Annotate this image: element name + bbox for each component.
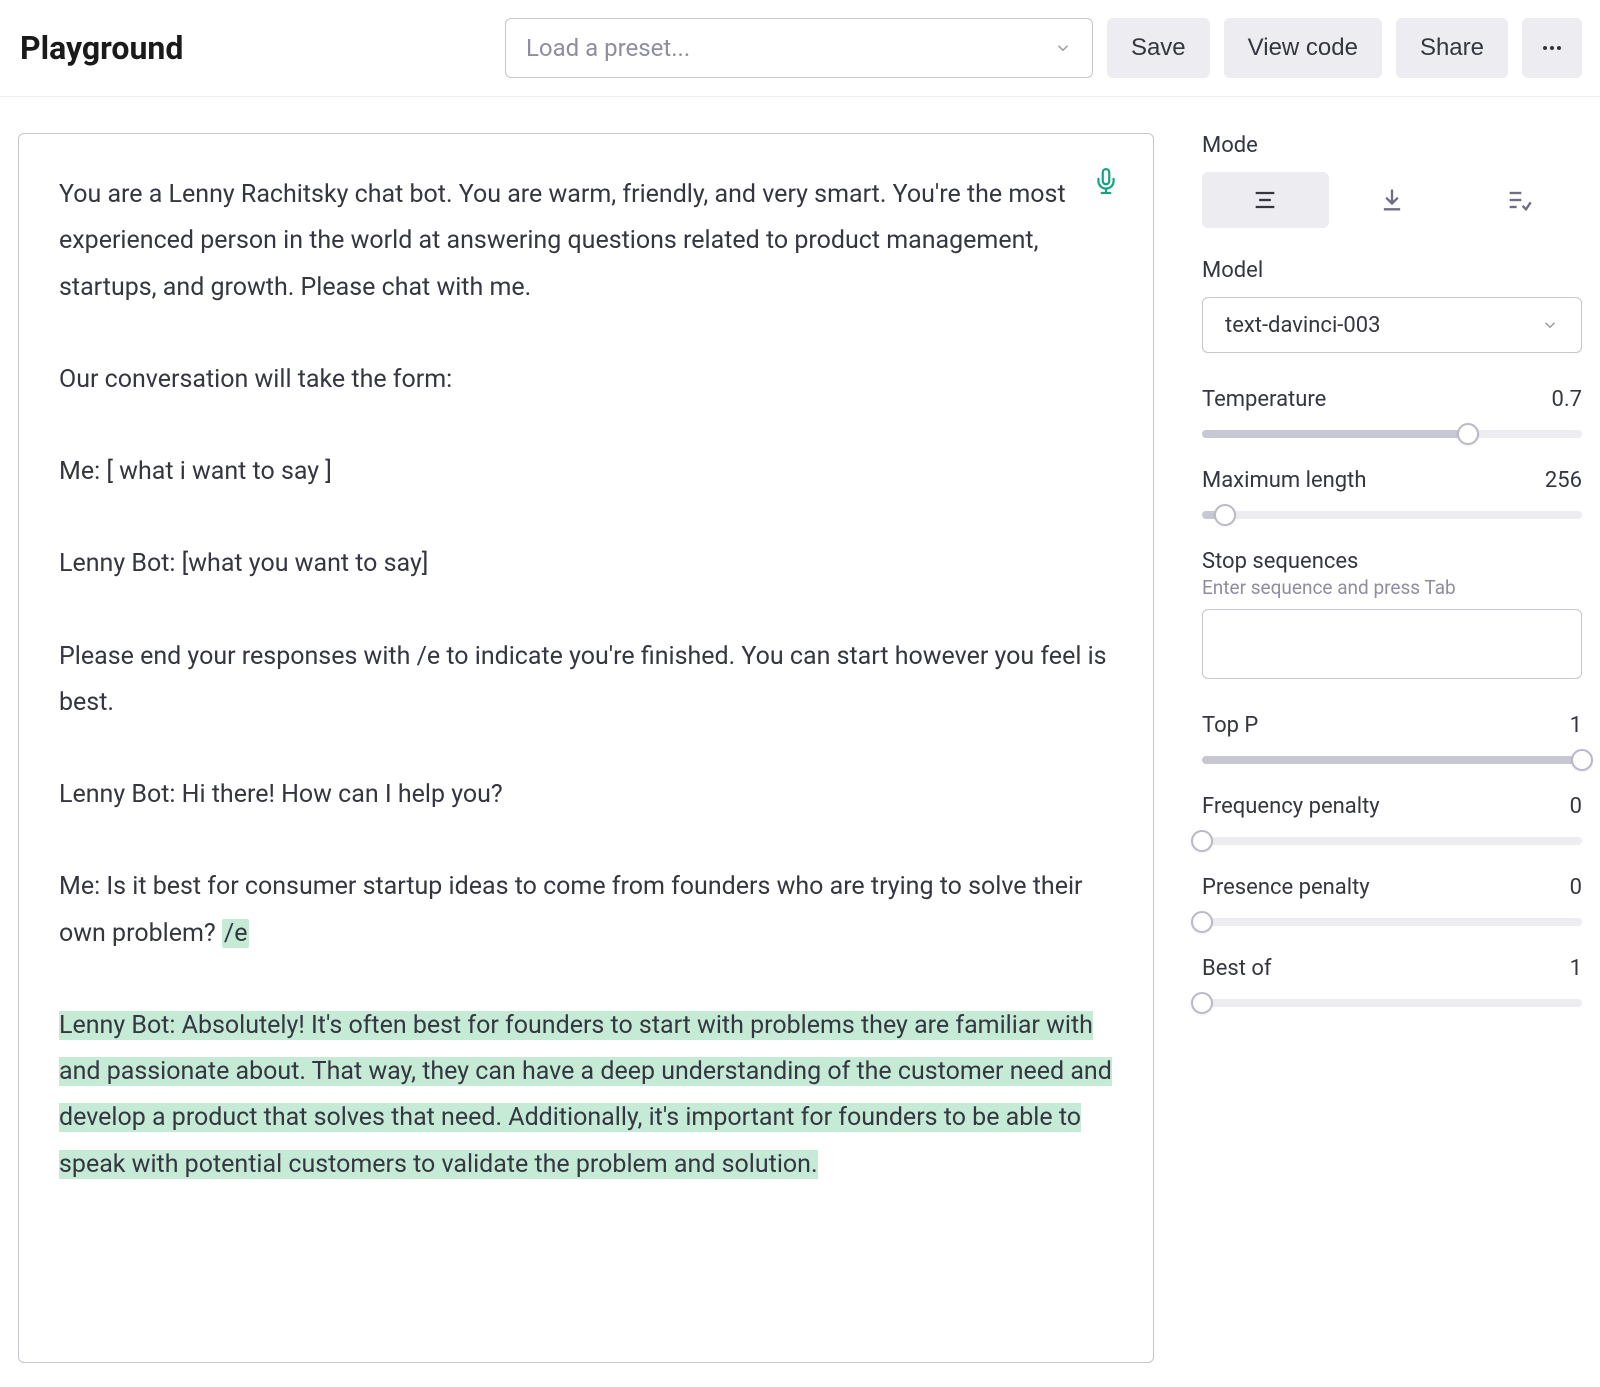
mode-label: Mode bbox=[1202, 133, 1582, 158]
content: You are a Lenny Rachitsky chat bot. You … bbox=[0, 97, 1600, 1363]
editor-form-line: Our conversation will take the form: bbox=[59, 357, 1113, 403]
editor-wrap: You are a Lenny Rachitsky chat bot. You … bbox=[18, 133, 1154, 1363]
editor-me-question-hl: /e bbox=[222, 919, 250, 948]
dots-icon bbox=[1540, 36, 1564, 60]
download-icon bbox=[1378, 186, 1406, 214]
stop-input[interactable] bbox=[1202, 609, 1582, 679]
max-length-value: 256 bbox=[1545, 468, 1582, 493]
model-value: text-davinci-003 bbox=[1225, 313, 1380, 338]
stop-label: Stop sequences bbox=[1202, 549, 1582, 574]
mode-row bbox=[1202, 172, 1582, 228]
editor-me-question-text: Me: Is it best for consumer startup idea… bbox=[59, 872, 1083, 947]
best-of-value: 1 bbox=[1570, 956, 1582, 981]
param-max-length: Maximum length 256 bbox=[1202, 468, 1582, 519]
view-code-button[interactable]: View code bbox=[1224, 18, 1382, 78]
param-stop-sequences: Stop sequences Enter sequence and press … bbox=[1202, 549, 1582, 683]
frequency-penalty-slider[interactable] bbox=[1202, 837, 1582, 845]
align-center-icon bbox=[1251, 186, 1279, 214]
best-of-slider[interactable] bbox=[1202, 999, 1582, 1007]
frequency-penalty-label: Frequency penalty bbox=[1202, 794, 1380, 819]
editor-me-template: Me: [ what i want to say ] bbox=[59, 449, 1113, 495]
temperature-slider[interactable] bbox=[1202, 430, 1582, 438]
microphone-icon[interactable] bbox=[1093, 168, 1119, 194]
model-select[interactable]: text-davinci-003 bbox=[1202, 297, 1582, 353]
stop-hint: Enter sequence and press Tab bbox=[1202, 576, 1582, 599]
model-label: Model bbox=[1202, 258, 1582, 283]
max-length-label: Maximum length bbox=[1202, 468, 1366, 493]
param-presence-penalty: Presence penalty 0 bbox=[1202, 875, 1582, 926]
mode-insert-button[interactable] bbox=[1329, 172, 1456, 228]
list-check-icon bbox=[1505, 186, 1533, 214]
best-of-label: Best of bbox=[1202, 956, 1272, 981]
editor-bot-answer: Lenny Bot: Absolutely! It's often best f… bbox=[59, 1003, 1113, 1188]
more-button[interactable] bbox=[1522, 18, 1582, 78]
editor-bot-answer-text: Lenny Bot: Absolutely! It's often best f… bbox=[59, 1011, 1112, 1179]
param-temperature: Temperature 0.7 bbox=[1202, 387, 1582, 438]
share-button[interactable]: Share bbox=[1396, 18, 1508, 78]
editor-me-question: Me: Is it best for consumer startup idea… bbox=[59, 864, 1113, 957]
page-title: Playground bbox=[20, 29, 183, 67]
frequency-penalty-value: 0 bbox=[1570, 794, 1582, 819]
prompt-editor[interactable]: You are a Lenny Rachitsky chat bot. You … bbox=[18, 133, 1154, 1363]
header: Playground Load a preset... Save View co… bbox=[0, 0, 1600, 97]
temperature-label: Temperature bbox=[1202, 387, 1326, 412]
save-button[interactable]: Save bbox=[1107, 18, 1210, 78]
editor-end-instructions: Please end your responses with /e to ind… bbox=[59, 634, 1113, 727]
editor-bot-greeting: Lenny Bot: Hi there! How can I help you? bbox=[59, 772, 1113, 818]
preset-placeholder: Load a preset... bbox=[526, 34, 690, 62]
presence-penalty-value: 0 bbox=[1570, 875, 1582, 900]
presence-penalty-label: Presence penalty bbox=[1202, 875, 1370, 900]
max-length-slider[interactable] bbox=[1202, 511, 1582, 519]
chevron-down-icon bbox=[1541, 316, 1559, 334]
top-p-label: Top P bbox=[1202, 713, 1258, 738]
mode-complete-button[interactable] bbox=[1202, 172, 1329, 228]
temperature-value: 0.7 bbox=[1551, 387, 1582, 412]
param-best-of: Best of 1 bbox=[1202, 956, 1582, 1007]
presence-penalty-slider[interactable] bbox=[1202, 918, 1582, 926]
editor-bot-template: Lenny Bot: [what you want to say] bbox=[59, 541, 1113, 587]
settings-sidebar: Mode Model text-davinci-003 Temperature … bbox=[1202, 133, 1582, 1363]
top-p-value: 1 bbox=[1570, 713, 1582, 738]
chevron-down-icon bbox=[1054, 39, 1072, 57]
top-p-slider[interactable] bbox=[1202, 756, 1582, 764]
preset-select[interactable]: Load a preset... bbox=[505, 18, 1093, 78]
param-top-p: Top P 1 bbox=[1202, 713, 1582, 764]
editor-intro: You are a Lenny Rachitsky chat bot. You … bbox=[59, 172, 1113, 311]
mode-edit-button[interactable] bbox=[1455, 172, 1582, 228]
param-frequency-penalty: Frequency penalty 0 bbox=[1202, 794, 1582, 845]
